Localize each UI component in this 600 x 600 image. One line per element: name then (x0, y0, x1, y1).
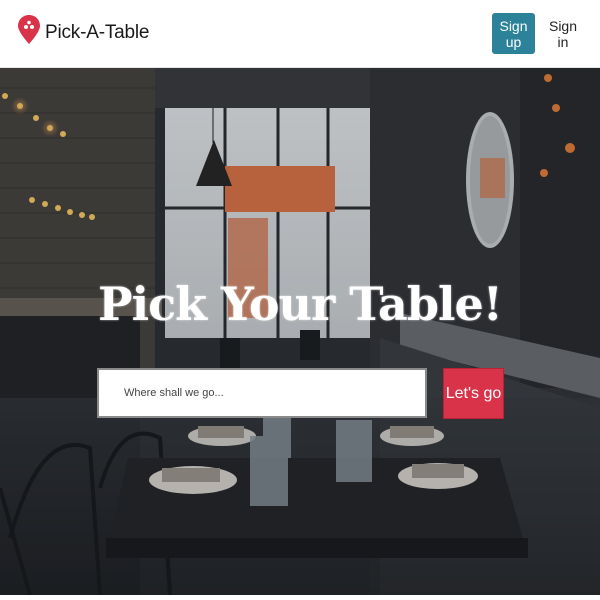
hero-title: Pick Your Table! (98, 277, 503, 331)
page-bottom-margin (0, 595, 600, 600)
brand-name[interactable]: Pick-A-Table (45, 22, 149, 44)
search-input[interactable] (97, 368, 427, 418)
lets-go-button[interactable]: Let's go (443, 368, 504, 419)
site-header: Pick-A-Table Sign up Sign in (0, 0, 600, 68)
restaurant-background-image (0, 68, 600, 595)
sign-up-button[interactable]: Sign up (492, 13, 535, 54)
hero-section: Pick Your Table! Let's go (0, 68, 600, 595)
map-pin-icon[interactable] (17, 14, 41, 54)
sign-in-button[interactable]: Sign in (543, 13, 583, 54)
